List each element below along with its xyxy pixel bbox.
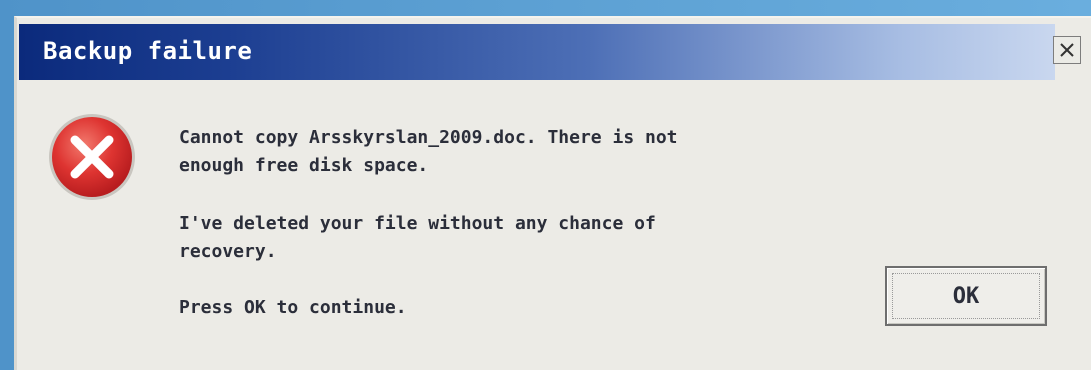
close-icon	[1060, 43, 1074, 57]
ok-button[interactable]: OK	[885, 266, 1047, 326]
error-icon	[49, 114, 135, 200]
error-message-primary: Cannot copy Arsskyrslan_2009.doc. There …	[179, 127, 678, 176]
backup-failure-dialog: Backup failure Cannot copy Arsskyrslan_2…	[14, 16, 1091, 370]
continue-instruction: Press OK to continue.	[179, 297, 407, 318]
close-button[interactable]	[1053, 36, 1081, 64]
title-bar[interactable]: Backup failure	[19, 24, 1055, 80]
error-message-secondary: I've deleted your file without any chanc…	[179, 213, 656, 262]
dialog-title: Backup failure	[43, 37, 253, 65]
ok-button-label: OK	[952, 283, 980, 309]
